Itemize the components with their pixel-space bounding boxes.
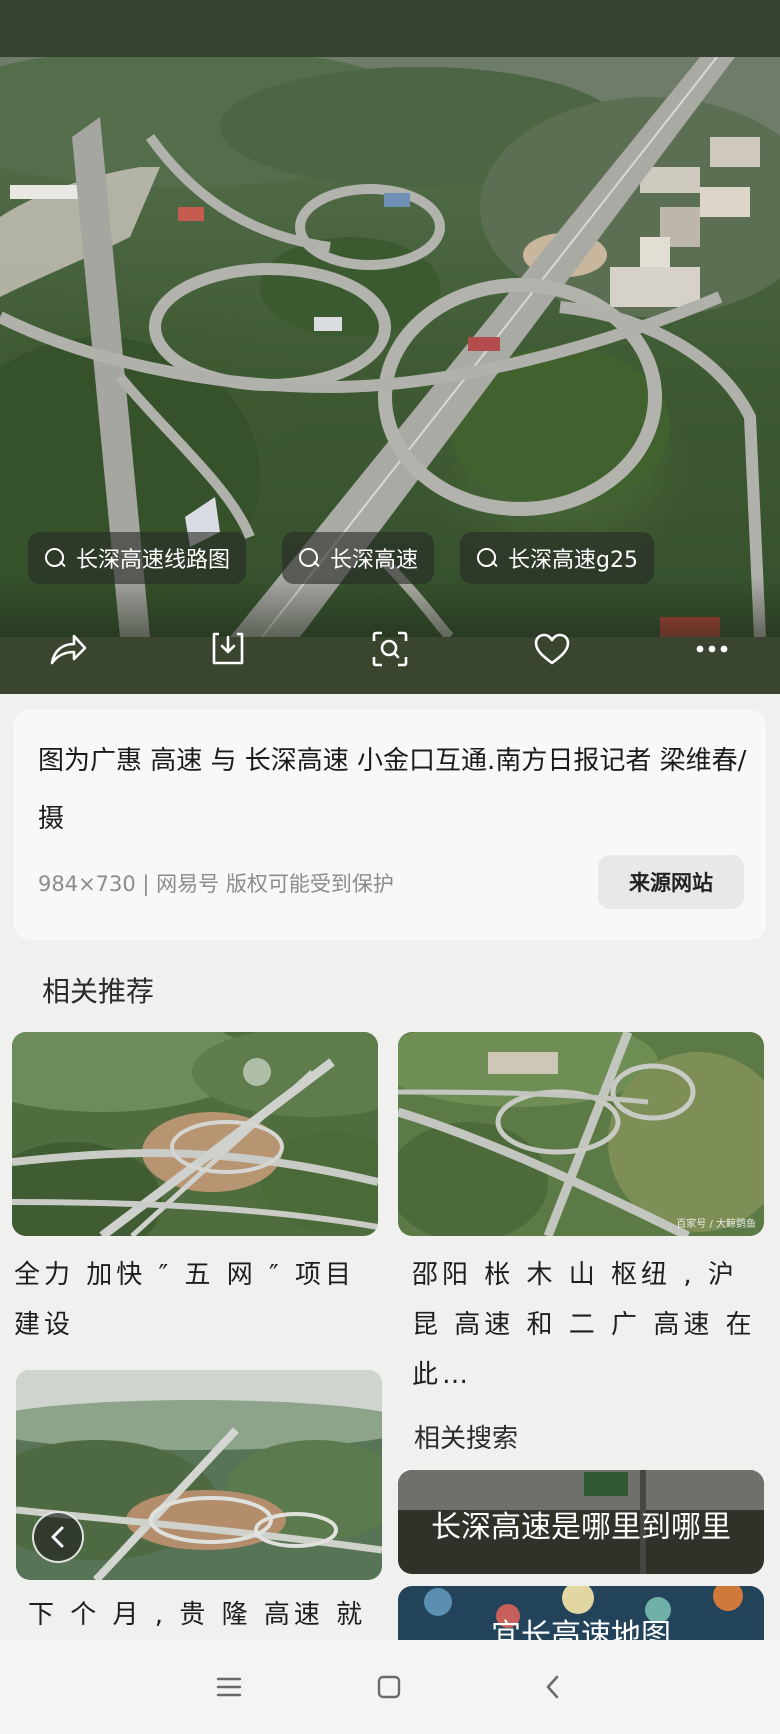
more-icon xyxy=(696,645,728,653)
recommendation-thumbnail[interactable] xyxy=(12,1032,378,1236)
back-nav-button[interactable] xyxy=(530,1664,576,1710)
recommendation-thumbnail[interactable]: 百家号 / 大鲸鹦鱼 xyxy=(398,1032,764,1236)
like-button[interactable] xyxy=(526,623,578,675)
recommendation-title[interactable]: 邵阳 枨 木 山 枢纽 , 沪 昆 高速 和 二 广 高速 在 此… xyxy=(412,1250,758,1400)
search-chip[interactable]: 长深高速线路图 xyxy=(28,532,247,584)
search-icon xyxy=(476,547,498,569)
search-chip[interactable]: 长深高速 xyxy=(282,532,435,584)
recommendations-title: 相关推荐 xyxy=(42,975,155,1008)
thumbnail-watermark: 百家号 / 大鲸鹦鱼 xyxy=(676,1219,756,1230)
menu-icon xyxy=(216,1677,242,1697)
search-icon xyxy=(44,547,66,569)
search-chip-label: 长深高速线路图 xyxy=(76,548,231,573)
more-button[interactable] xyxy=(686,623,738,675)
heart-icon xyxy=(534,633,570,665)
related-search-label: 长深高速是哪里到哪里 xyxy=(431,1510,731,1545)
interchange-aerial-image xyxy=(12,1032,378,1236)
search-icon xyxy=(298,547,320,569)
chevron-left-icon xyxy=(546,1675,559,1699)
search-chip-label: 长深高速g25 xyxy=(508,548,638,573)
source-site-button[interactable]: 来源网站 xyxy=(598,855,744,909)
download-icon xyxy=(212,632,244,665)
recommendation-title[interactable]: 全力 加快 ″ 五 网 ″ 项目 建设 xyxy=(14,1250,380,1350)
related-search-title: 相关搜索 xyxy=(414,1424,519,1454)
related-search-label: 宜长高速地图 xyxy=(491,1618,671,1640)
interchange-aerial-image xyxy=(398,1032,764,1236)
menu-nav-button[interactable] xyxy=(206,1664,252,1710)
visual-search-button[interactable] xyxy=(364,623,416,675)
home-nav-button[interactable] xyxy=(366,1664,412,1710)
related-search-card[interactable]: 长深高速是哪里到哪里 xyxy=(398,1470,764,1574)
chevron-left-icon xyxy=(51,1526,64,1548)
search-chip-label: 长深高速 xyxy=(330,548,419,573)
search-chip[interactable]: 长深高速g25 xyxy=(460,532,654,584)
visual-search-icon xyxy=(372,631,408,667)
image-caption: 图为广惠 高速 与 长深高速 小金口互通.南方日报记者 梁维春/摄 xyxy=(38,746,747,834)
related-search-card[interactable]: 宜长高速地图 xyxy=(398,1586,764,1640)
home-square-icon xyxy=(377,1675,401,1699)
download-button[interactable] xyxy=(202,623,254,675)
image-viewer: 长深高速线路图 长深高速 长深高速g25 xyxy=(0,0,780,694)
image-meta: 984×730 | 网易号 版权可能受到保护 xyxy=(38,872,394,896)
share-button[interactable] xyxy=(42,623,94,675)
share-icon xyxy=(50,634,87,665)
back-button[interactable] xyxy=(32,1511,84,1563)
system-nav-bar xyxy=(0,1640,780,1734)
image-info-card: 图为广惠 高速 与 长深高速 小金口互通.南方日报记者 梁维春/摄 984×73… xyxy=(14,710,766,940)
